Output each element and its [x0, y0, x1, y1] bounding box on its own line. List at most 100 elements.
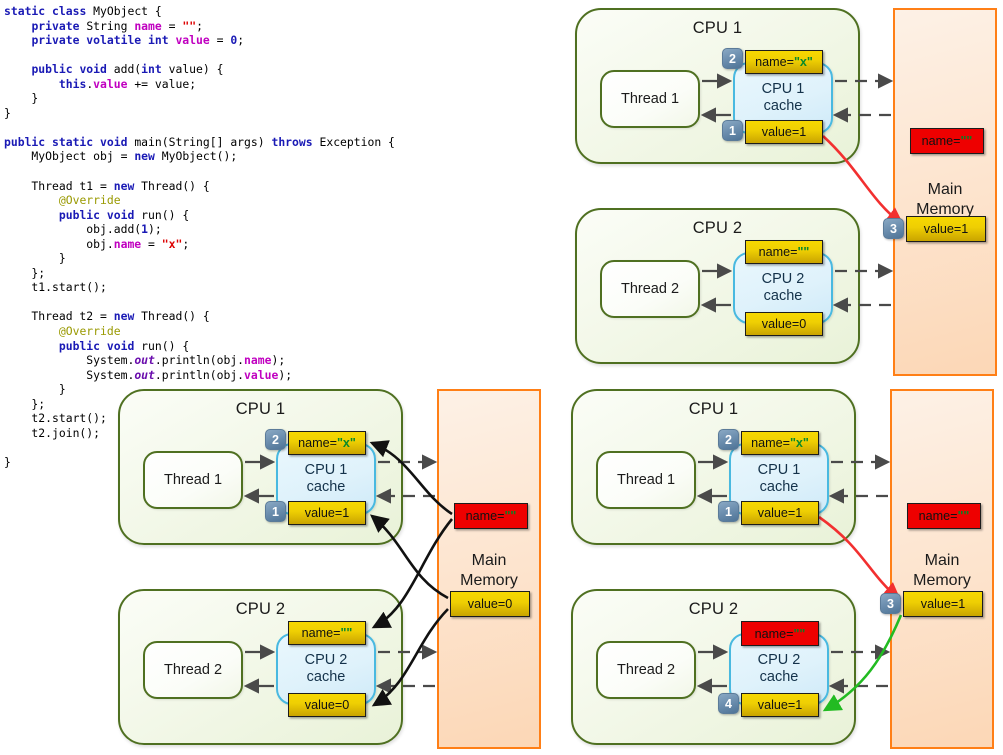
cpu2-cache-label-line2: cache: [763, 288, 803, 304]
badge-number: 2: [272, 432, 279, 447]
memory-value-chip-label: value=0: [467, 597, 513, 611]
code-line: System.out.println(obj.name);: [4, 353, 440, 368]
memory-name-chip-prefix: name=: [918, 509, 958, 523]
cpu1-value-badge-1: 1: [722, 120, 743, 141]
code-token: value: [93, 76, 128, 91]
code-token: value) {: [168, 62, 224, 77]
code-token: name: [113, 236, 142, 251]
memory-value-chip: value=0: [450, 591, 530, 617]
cpu2-name-chip: name= "": [741, 621, 819, 646]
cpu2-name-chip-value: "": [793, 626, 806, 641]
code-line: Thread t1 = new Thread() {: [4, 179, 440, 194]
code-token: name: [134, 18, 162, 33]
badge-number: 1: [725, 504, 732, 519]
memory-name-chip: name= "": [454, 503, 528, 529]
code-token: t1.start();: [4, 280, 107, 295]
cpu2-value-chip: value=1: [741, 693, 819, 717]
cpu1-value-chip: value=1: [741, 501, 819, 525]
code-token: public void: [58, 338, 142, 353]
cpu2-cache-label-line2: cache: [306, 669, 346, 685]
cpu1-cache-label-line1: CPU 1: [757, 462, 801, 478]
code-token: }: [4, 454, 11, 469]
badge-number: 3: [890, 221, 897, 236]
cpu1-thread-label: Thread 1: [163, 472, 223, 488]
code-token: public void: [31, 62, 114, 77]
cpu1-thread-box: Thread 1: [596, 451, 696, 509]
code-token: obj.add(: [4, 222, 142, 237]
code-token: MyObject();: [161, 149, 238, 164]
cpu2-value-chip-label: value=1: [757, 698, 803, 712]
code-token: private volatile int: [31, 33, 176, 48]
code-token: );: [271, 353, 286, 368]
cpu1-name-chip-value: "x": [789, 436, 809, 450]
code-line: private volatile int value = 0;: [4, 33, 440, 48]
cpu1-thread-box: Thread 1: [600, 70, 700, 128]
memory-value-chip: value=1: [903, 591, 983, 617]
code-token: Thread t2 =: [4, 309, 114, 324]
code-token: Thread() {: [141, 178, 210, 193]
main-memory-title: Main Memory: [893, 180, 997, 220]
code-line: private String name = "";: [4, 19, 440, 34]
code-line: obj.name = "x";: [4, 237, 440, 252]
code-token: );: [148, 222, 162, 237]
cpu1-name-badge-2: 2: [722, 48, 743, 69]
cpu1-name-chip-prefix: name=: [298, 436, 337, 450]
cpu1-value-badge-1: 1: [718, 501, 739, 522]
cpu1-title: CPU 1: [688, 400, 739, 418]
code-line: System.out.println(obj.value);: [4, 368, 440, 383]
cpu2-thread-box: Thread 2: [600, 260, 700, 318]
code-token: System.: [4, 367, 135, 382]
cpu1-name-chip-prefix: name=: [755, 55, 794, 69]
badge-number: 2: [729, 51, 736, 66]
code-line: public void run() {: [4, 208, 440, 223]
code-line: }: [4, 106, 440, 121]
code-token: }: [4, 382, 66, 397]
cpu2-thread-box: Thread 2: [596, 641, 696, 699]
memory-name-chip: name= "": [907, 503, 981, 529]
code-token: new: [134, 149, 162, 164]
cpu1-name-badge-2: 2: [265, 429, 286, 450]
code-line: MyObject obj = new MyObject();: [4, 149, 440, 164]
memory-value-badge-3: 3: [883, 218, 904, 239]
code-token: @Override: [58, 324, 121, 339]
memory-value-chip-label: value=1: [920, 597, 966, 611]
code-token: value: [175, 33, 210, 48]
cpu1-name-badge-2: 2: [718, 429, 739, 450]
memory-name-chip-value: "": [960, 134, 973, 148]
code-line: @Override: [4, 324, 440, 339]
cpu1-cache-label-line1: CPU 1: [761, 81, 805, 97]
cpu2-name-chip: name= "": [745, 240, 823, 264]
memory-value-chip-label: value=1: [923, 222, 969, 236]
code-token: static: [4, 4, 53, 18]
code-token: new: [113, 178, 142, 193]
cpu1-value-badge-1: 1: [265, 501, 286, 522]
cpu2-thread-box: Thread 2: [143, 641, 243, 699]
cpu1-name-chip: name= "x": [288, 431, 366, 455]
code-token: t2.join();: [4, 425, 101, 440]
main-memory-title: Main Memory: [437, 551, 541, 591]
code-token: );: [278, 367, 293, 382]
code-line: };: [4, 266, 440, 281]
memory-name-chip: name= "": [910, 128, 984, 154]
code-token: =: [161, 18, 183, 33]
code-token: Thread t1 =: [4, 178, 114, 193]
cpu2-thread-label: Thread 2: [620, 281, 680, 297]
cpu2-title: CPU 2: [688, 600, 739, 618]
code-token: this: [58, 76, 87, 91]
main-memory-title: Main Memory: [890, 551, 994, 591]
main-memory-title-line1: Main: [927, 181, 963, 198]
cpu1-value-chip-label: value=1: [761, 125, 807, 139]
code-token: .println(obj.: [154, 367, 245, 382]
cpu1-name-chip: name= "x": [745, 50, 823, 74]
cpu2-value-badge-4: 4: [718, 693, 739, 714]
code-token: Exception {: [319, 134, 395, 149]
cpu1-title: CPU 1: [235, 400, 286, 418]
java-code-snippet: static class MyObject { private String n…: [0, 0, 440, 469]
code-line: }: [4, 91, 440, 106]
cpu2-thread-label: Thread 2: [616, 662, 676, 678]
